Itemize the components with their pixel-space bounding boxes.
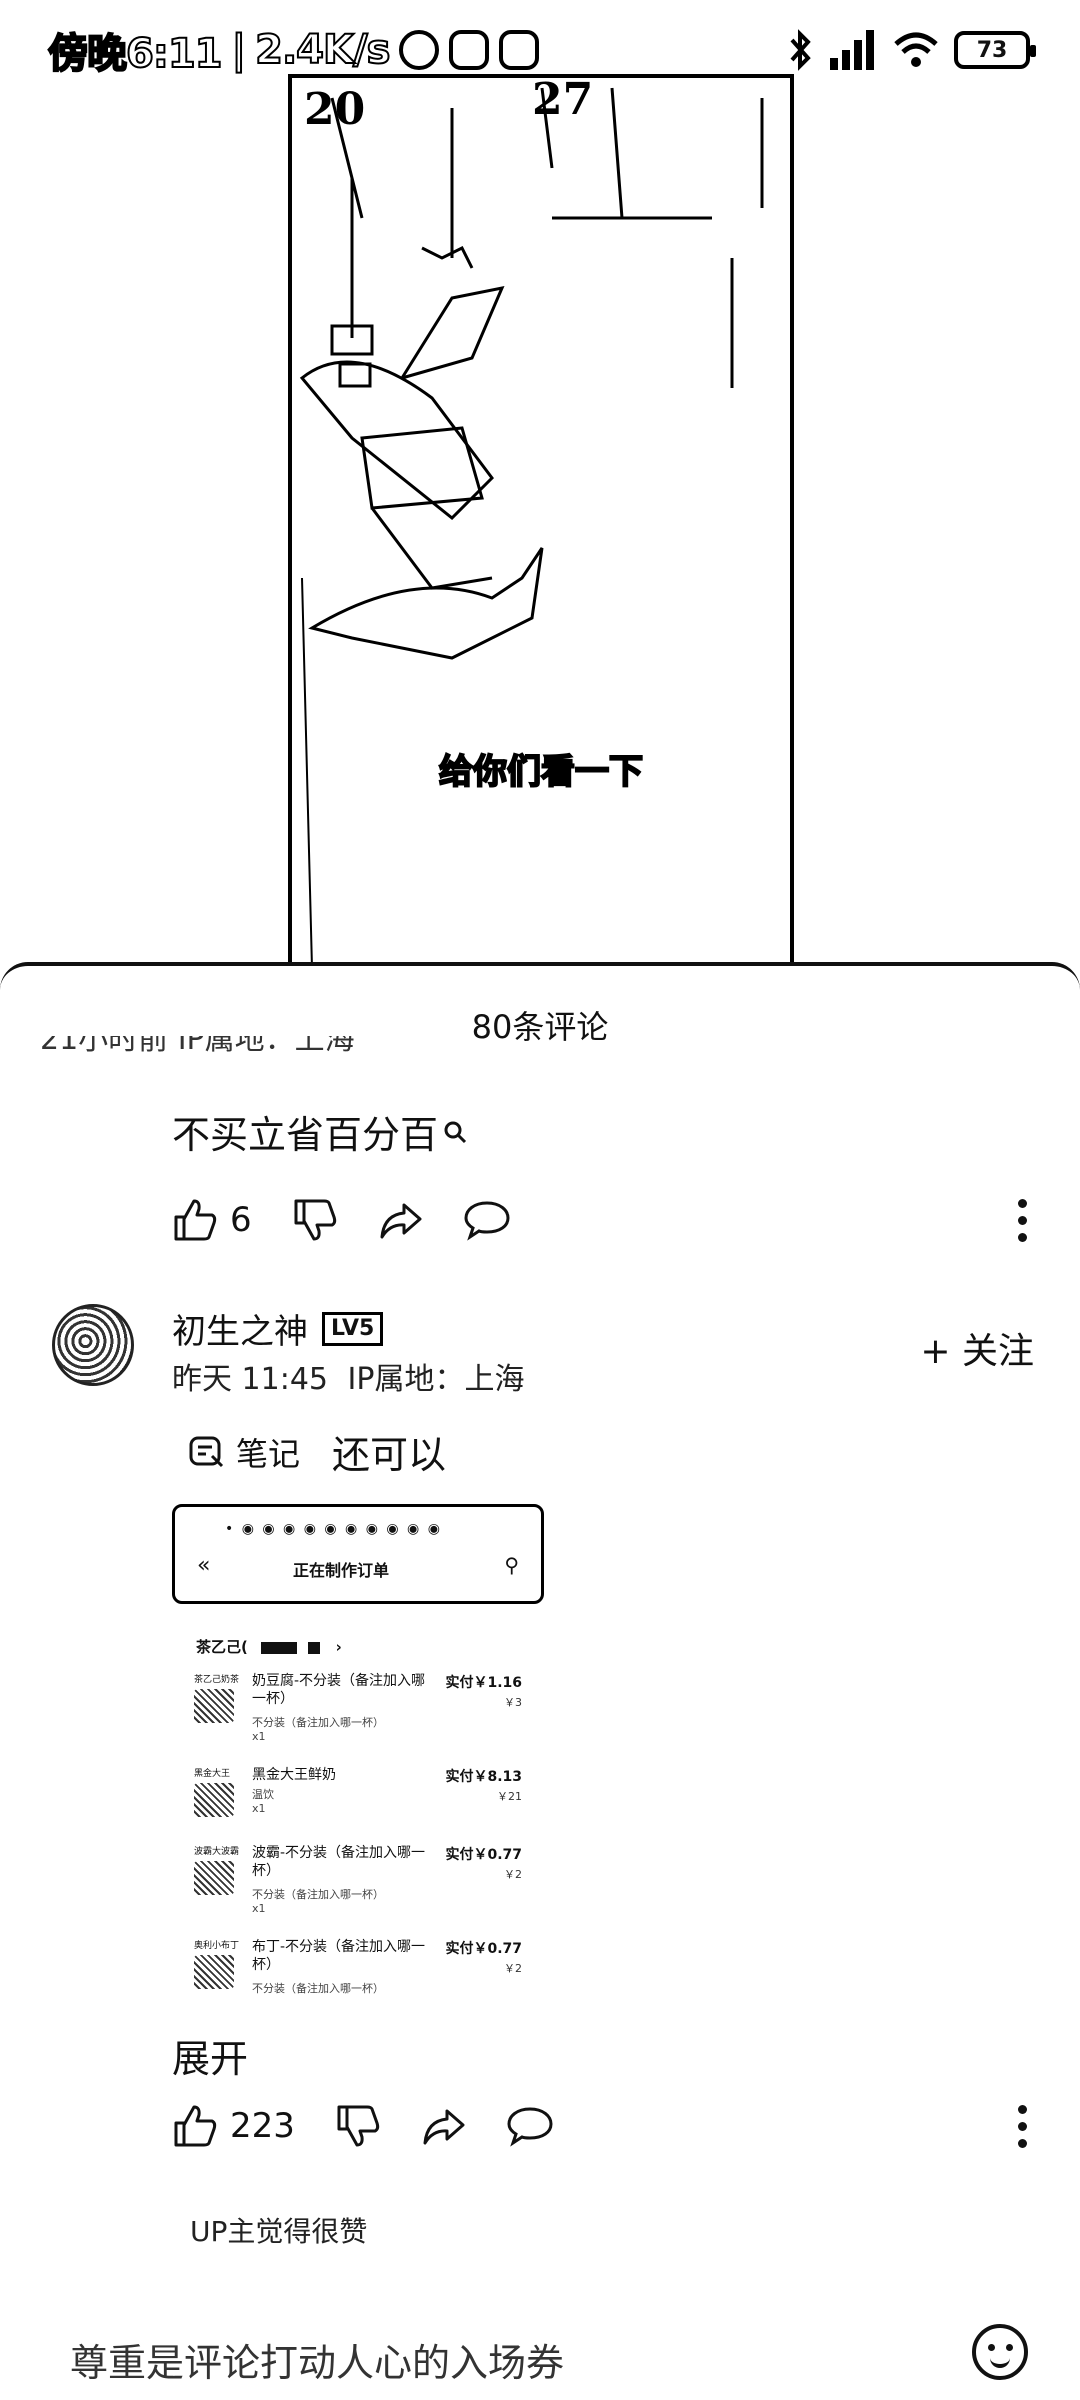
item-orig-price: ￥2	[504, 1868, 522, 1881]
note-icon	[189, 1436, 224, 1467]
comment-author[interactable]: 初生之神 LV5	[172, 1304, 384, 1353]
item-orig-price: ￥21	[497, 1790, 522, 1803]
share-button[interactable]	[421, 2096, 467, 2156]
item-thumbnail: 黑金大王	[194, 1766, 240, 1820]
expand-button[interactable]: 展开	[172, 2028, 248, 2083]
battery-level: 73	[976, 37, 1008, 63]
note-label[interactable]: 笔记	[236, 1429, 300, 1475]
dislike-button[interactable]	[335, 2096, 381, 2156]
reply-icon	[464, 1201, 510, 1241]
item-orig-price: ￥3	[504, 1696, 522, 1709]
item-price: 实付￥1.16	[445, 1675, 522, 1691]
comment-text: 还可以	[332, 1433, 447, 1477]
embedded-back-icon: «	[197, 1553, 211, 1578]
status-time: 傍晚6:11	[47, 30, 223, 78]
like-button[interactable]: 6	[172, 1190, 252, 1250]
embedded-location-icon: ⚲	[504, 1553, 519, 1577]
previous-comment-meta: 21小时前 IP属地：上海	[40, 1036, 355, 1057]
reply-button[interactable]	[507, 2096, 553, 2156]
thumb-up-icon	[174, 1199, 217, 1241]
emoji-icon[interactable]	[972, 2324, 1028, 2380]
embedded-status-bar: • ◉ ◉ ◉ ◉ ◉ ◉ ◉ ◉ ◉ ◉	[225, 1521, 442, 1537]
wifi-icon	[894, 32, 938, 67]
embedded-shop-name: 茶乙己( ›	[196, 1638, 342, 1656]
order-item: 茶乙己奶茶 奶豆腐-不分装（备注加入哪一杯） 不分装（备注加入哪一杯） x1 实…	[194, 1672, 544, 1762]
item-thumbnail: 波霸大波霸	[194, 1844, 240, 1898]
comment-image[interactable]: • ◉ ◉ ◉ ◉ ◉ ◉ ◉ ◉ ◉ ◉ « 正在制作订单 ⚲ 茶乙己( › …	[172, 1504, 544, 2014]
item-qty: x1	[252, 1902, 266, 1915]
avatar[interactable]	[52, 1304, 134, 1386]
item-price: 实付￥0.77	[445, 1847, 522, 1863]
status-right: 73	[786, 22, 1036, 78]
comment-ip: IP属地：上海	[347, 1362, 525, 1397]
item-price: 实付￥8.13	[445, 1769, 522, 1785]
video-player[interactable]: 20 27 给你们看一下	[288, 74, 794, 974]
signal-icon	[830, 30, 874, 70]
bluetooth-icon	[790, 29, 811, 71]
item-name: 布丁-不分装（备注加入哪一杯）	[252, 1939, 426, 1973]
comment-meta: 昨天 11:45 IP属地：上海	[172, 1354, 525, 1398]
item-qty: x1	[252, 1730, 266, 1743]
status-divider: |	[231, 26, 248, 74]
scene-number-right: 27	[532, 78, 593, 125]
level-badge: LV5	[322, 1311, 384, 1346]
reply-icon	[507, 2107, 553, 2147]
comment-body-row: 笔记 还可以	[188, 1424, 446, 1479]
order-item: 波霸大波霸 波霸-不分装（备注加入哪一杯） 不分装（备注加入哪一杯） x1 实付…	[194, 1844, 544, 1934]
comment-actions: 223	[172, 2096, 593, 2156]
follow-button[interactable]: + 关注	[920, 1322, 1034, 1374]
previous-comment-text[interactable]: 不买立省百分百	[172, 1104, 468, 1159]
item-orig-price: ￥2	[504, 1962, 522, 1975]
share-icon	[380, 1203, 422, 1239]
item-qty: x1	[252, 1802, 266, 1815]
order-item: 奥利小布丁 布丁-不分装（备注加入哪一杯） 不分装（备注加入哪一杯） 实付￥0.…	[194, 1938, 544, 2008]
username: 初生之神	[172, 1312, 308, 1352]
item-name: 奶豆腐-不分装（备注加入哪一杯）	[252, 1673, 426, 1707]
item-spec: 不分装（备注加入哪一杯）	[252, 1716, 384, 1729]
embedded-title: 正在制作订单	[293, 1561, 390, 1580]
item-spec: 温饮	[252, 1788, 274, 1801]
thumb-up-icon	[174, 2105, 217, 2147]
comment-input-bar[interactable]: 尊重是评论打动人心的入场券	[0, 2304, 1080, 2400]
embedded-header: • ◉ ◉ ◉ ◉ ◉ ◉ ◉ ◉ ◉ ◉ « 正在制作订单 ⚲	[172, 1504, 544, 1604]
alarm-icon	[399, 30, 440, 70]
video-frame: 20 27	[299, 78, 764, 969]
thumb-down-icon	[337, 2105, 380, 2147]
item-thumbnail: 茶乙己奶茶	[194, 1672, 240, 1726]
item-spec: 不分装（备注加入哪一杯）	[252, 1982, 384, 1995]
comment-sheet: 80条评论 21小时前 IP属地：上海 不买立省百分百 6 初生之神 LV5 昨…	[0, 962, 1080, 2400]
item-name: 黑金大王鲜奶	[252, 1767, 336, 1783]
status-left: 傍晚6:11 | 2.4K/s	[47, 20, 540, 80]
more-icon[interactable]	[1002, 1190, 1042, 1250]
app-notification-icon	[449, 30, 490, 70]
share-button[interactable]	[378, 1190, 424, 1250]
comment-time: 昨天 11:45	[172, 1362, 328, 1397]
app-root: 傍晚6:11 | 2.4K/s 73 20 27 给你们看一下 80条评论 21…	[0, 0, 1080, 2400]
like-count: 6	[230, 1200, 252, 1240]
comment-input-placeholder[interactable]: 尊重是评论打动人心的入场券	[70, 2332, 564, 2387]
previous-comment-actions: 6	[172, 1190, 550, 1250]
thumb-down-icon	[294, 1199, 336, 1241]
item-thumbnail: 奥利小布丁	[194, 1938, 240, 1992]
item-price: 实付￥0.77	[445, 1941, 522, 1957]
item-spec: 不分装（备注加入哪一杯）	[252, 1888, 384, 1901]
share-icon	[423, 2109, 465, 2145]
like-count: 223	[230, 2106, 295, 2146]
dislike-button[interactable]	[292, 1190, 338, 1250]
previous-comment-body: 不买立省百分百	[172, 1113, 439, 1157]
order-item: 黑金大王 黑金大王鲜奶 温饮 x1 实付￥8.13 ￥21	[194, 1766, 544, 1856]
sync-icon	[499, 30, 540, 70]
item-name: 波霸-不分装（备注加入哪一杯）	[252, 1845, 426, 1879]
network-speed: 2.4K/s	[254, 26, 391, 74]
video-subtitle: 给你们看一下	[438, 751, 644, 793]
search-icon[interactable]	[442, 1119, 468, 1145]
more-icon[interactable]	[1002, 2096, 1042, 2156]
battery-indicator: 73	[954, 31, 1036, 69]
like-button[interactable]: 223	[172, 2096, 295, 2156]
up-liked-tag: UP主觉得很赞	[190, 2215, 368, 2248]
reply-button[interactable]	[464, 1190, 510, 1250]
